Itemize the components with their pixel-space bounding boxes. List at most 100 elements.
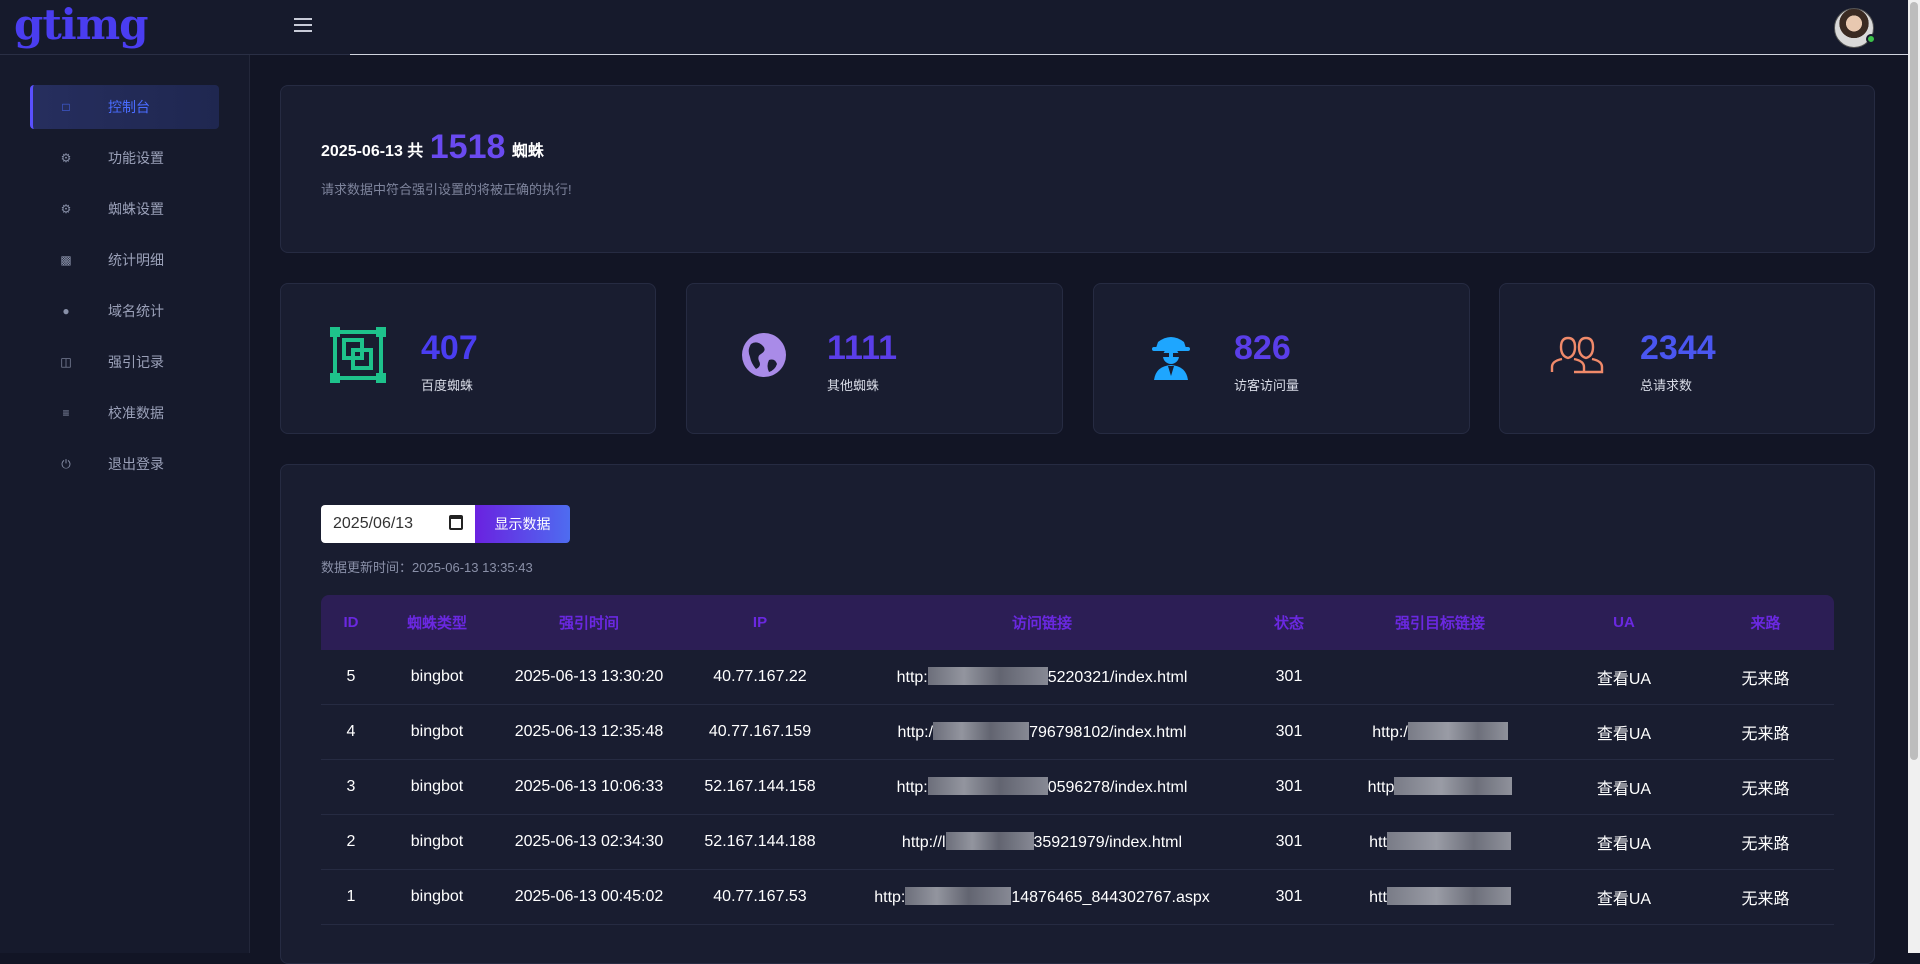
brand-area: gtimg [0, 0, 350, 55]
summary-headline: 2025-06-13 共 1518 蜘蛛 [321, 128, 544, 167]
globe-icon: ● [62, 304, 70, 318]
sidebar-item-dashboard[interactable]: □ 控制台 [30, 85, 219, 129]
data-card: 2025/06/13 显示数据 数据更新时间：2025-06-13 13:35:… [280, 464, 1875, 964]
gears-icon: ⚙ [60, 151, 72, 165]
col-status: 状态 [1273, 615, 1304, 632]
sidebar-item-label: 强引记录 [108, 354, 164, 370]
cell-time: 2025-06-13 02:34:30 [514, 833, 664, 850]
stat-value: 1111 [827, 329, 898, 367]
link-suffix: 35921979/index.html [1033, 834, 1183, 851]
col-id: ID [343, 614, 359, 631]
cell-target[interactable]: htt [1329, 887, 1551, 907]
sidebar-item-domain-stats[interactable]: ● 域名统计 [30, 289, 219, 333]
summary-note: 请求数据中符合强引设置的将被正确的执行! [321, 182, 572, 197]
cell-time: 2025-06-13 00:45:02 [514, 888, 664, 905]
copy-icon: ◫ [60, 355, 72, 369]
sidebar-item-logout[interactable]: ⏻ 退出登录 [30, 442, 219, 486]
cell-link[interactable]: http: 14876465_844302767.aspx [835, 887, 1249, 907]
view-ua-link[interactable]: 查看UA [1551, 885, 1697, 909]
scrollbar-thumb[interactable] [1910, 2, 1918, 760]
sidebar-item-label: 蜘蛛设置 [108, 201, 164, 217]
cell-link[interactable]: http: 5220321/index.html [835, 667, 1249, 687]
cell-link[interactable]: http: 0596278/index.html [835, 777, 1249, 797]
redacted-region [1394, 777, 1513, 795]
cell-type: bingbot [410, 723, 464, 740]
sidebar-item-label: 域名统计 [108, 303, 164, 319]
cell-time: 2025-06-13 12:35:48 [514, 723, 664, 740]
cell-id: 3 [346, 778, 356, 795]
stat-card-total: 2344 总请求数 [1499, 283, 1875, 434]
update-time: 数据更新时间：2025-06-13 13:35:43 [321, 560, 533, 575]
table-row: 3 bingbot 2025-06-13 10:06:33 52.167.144… [321, 760, 1834, 815]
summary-count: 1518 [429, 128, 506, 166]
sidebar-item-spider-settings[interactable]: ⚙ 蜘蛛设置 [30, 187, 219, 231]
link-prefix: http: [896, 779, 928, 796]
cell-status: 301 [1275, 833, 1303, 850]
sidebar-item-features[interactable]: ⚙ 功能设置 [30, 136, 219, 180]
target-prefix: http:/ [1372, 724, 1408, 741]
user-secret-icon [1152, 337, 1190, 380]
cell-ip: 40.77.167.159 [708, 723, 812, 740]
menu-toggle-icon[interactable] [294, 18, 312, 36]
cell-target[interactable]: htt [1329, 832, 1551, 852]
cell-status: 301 [1275, 778, 1303, 795]
gears-icon: ⚙ [60, 202, 72, 216]
cell-ip: 52.167.144.188 [704, 833, 816, 850]
link-prefix: http://l [901, 834, 946, 851]
view-ua-link[interactable]: 查看UA [1551, 665, 1697, 689]
col-target: 强引目标链接 [1394, 615, 1485, 632]
sidebar-item-calibrate[interactable]: ≡ 校准数据 [30, 391, 219, 435]
laptop-icon: □ [62, 100, 70, 114]
redacted-region [1386, 832, 1511, 850]
sidebar-item-label: 校准数据 [108, 405, 164, 421]
cell-target[interactable]: http [1329, 777, 1551, 797]
table-header: ID 蜘蛛类型 强引时间 IP 访问链接 状态 强引目标链接 UA 来路 [321, 595, 1834, 650]
cell-ip: 52.167.144.158 [704, 778, 816, 795]
link-prefix: http:/ [897, 724, 934, 741]
redacted-region [905, 887, 1012, 905]
col-ua: UA [1613, 614, 1635, 631]
link-suffix: 14876465_844302767.aspx [1011, 889, 1210, 906]
show-data-button[interactable]: 显示数据 [475, 505, 570, 543]
sidebar-item-label: 功能设置 [108, 150, 164, 166]
cell-type: bingbot [410, 668, 464, 685]
page-scrollbar[interactable] [1908, 0, 1920, 953]
stat-card-visitors: 826 访客访问量 [1093, 283, 1470, 434]
cell-id: 5 [346, 668, 356, 685]
redacted-region [1407, 722, 1508, 740]
link-suffix: 796798102/index.html [1029, 724, 1187, 741]
cell-referer: 无来路 [1741, 671, 1790, 688]
redacted-region [945, 832, 1034, 850]
sidebar-item-label: 退出登录 [108, 456, 164, 472]
date-input[interactable]: 2025/06/13 [321, 505, 475, 543]
cell-referer: 无来路 [1741, 891, 1790, 908]
col-type: 蜘蛛类型 [406, 615, 467, 632]
calendar-icon[interactable] [449, 515, 463, 530]
bar-chart-icon: ▩ [60, 253, 72, 267]
stat-label: 访客访问量 [1234, 378, 1300, 393]
view-ua-link[interactable]: 查看UA [1551, 830, 1697, 854]
logo[interactable]: gtimg [14, 0, 149, 49]
col-time: 强引时间 [558, 615, 619, 632]
cell-link[interactable]: http:/ 796798102/index.html [835, 722, 1249, 742]
cell-link[interactable]: http://l 35921979/index.html [835, 832, 1249, 852]
view-ua-link[interactable]: 查看UA [1551, 775, 1697, 799]
cell-referer: 无来路 [1741, 781, 1790, 798]
frame-icon [330, 327, 386, 383]
cell-time: 2025-06-13 13:30:20 [514, 668, 664, 685]
records-table: ID 蜘蛛类型 强引时间 IP 访问链接 状态 强引目标链接 UA 来路 5 b… [321, 595, 1834, 925]
sidebar-item-statistics[interactable]: ▩ 统计明细 [30, 238, 219, 282]
stat-card-other: 1111 其他蜘蛛 [686, 283, 1063, 434]
cell-type: bingbot [410, 888, 464, 905]
cell-ip: 40.77.167.53 [713, 888, 807, 905]
sidebar-item-redirect-log[interactable]: ◫ 强引记录 [30, 340, 219, 384]
stat-value: 2344 [1640, 329, 1716, 367]
cell-target[interactable]: http:/ [1329, 722, 1551, 742]
power-icon: ⏻ [61, 456, 71, 471]
table-row: 5 bingbot 2025-06-13 13:30:20 40.77.167.… [321, 650, 1834, 705]
view-ua-link[interactable]: 查看UA [1551, 720, 1697, 744]
cell-type: bingbot [410, 778, 464, 795]
sidebar-item-label: 控制台 [108, 99, 150, 115]
col-link: 访问链接 [1011, 615, 1072, 632]
cell-status: 301 [1275, 668, 1303, 685]
